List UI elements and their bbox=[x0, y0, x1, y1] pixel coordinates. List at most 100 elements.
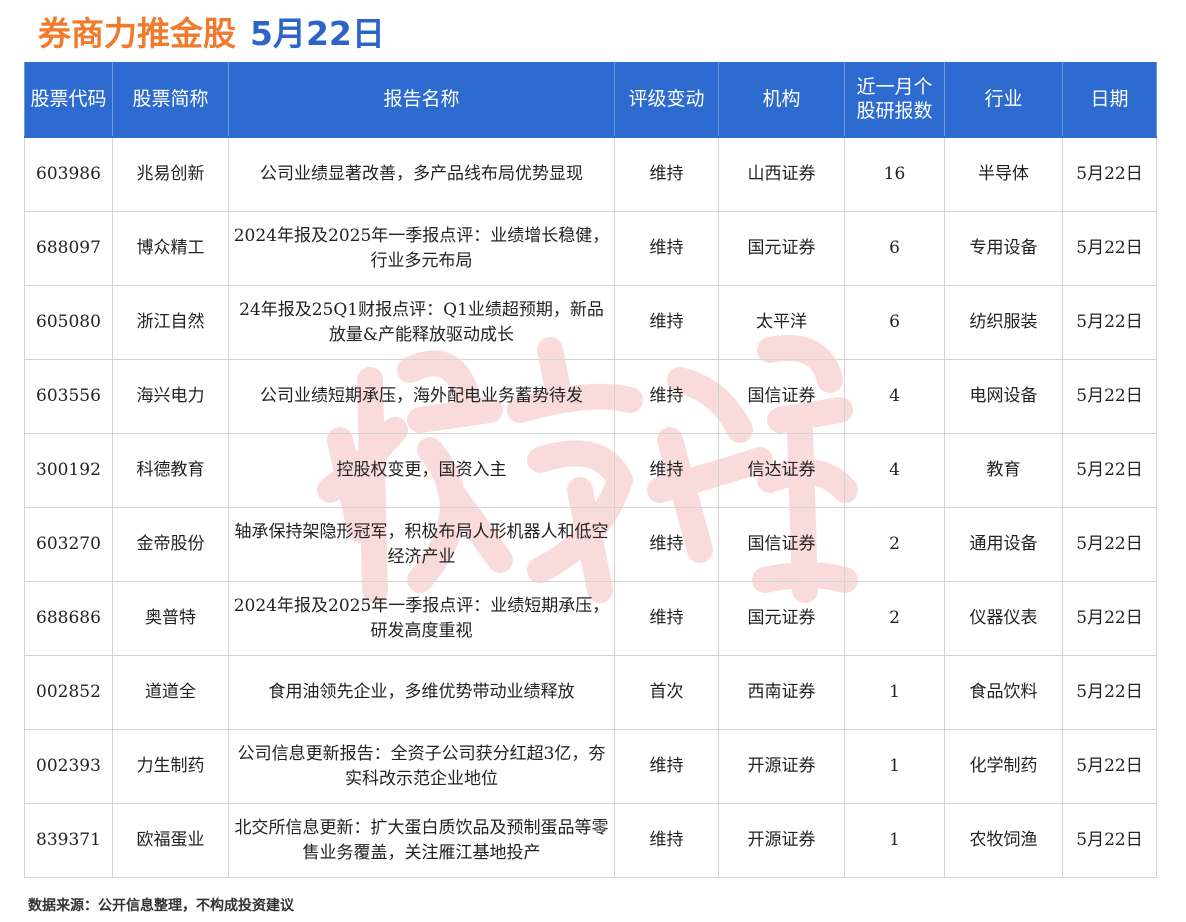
cell-count: 1 bbox=[844, 803, 945, 878]
cell-report: 北交所信息更新：扩大蛋白质饮品及预制蛋品等零售业务覆盖，关注雁江基地投产 bbox=[228, 803, 615, 878]
cell-org: 信达证券 bbox=[718, 433, 845, 508]
table-row: 603270 金帝股份 轴承保持架隐形冠军，积极布局人形机器人和低空经济产业 维… bbox=[24, 507, 1157, 582]
cell-report: 食用油领先企业，多维优势带动业绩释放 bbox=[228, 655, 615, 730]
table-row: 002393 力生制药 公司信息更新报告：全资子公司获分红超3亿，夯实科改示范企… bbox=[24, 729, 1157, 804]
cell-code: 688097 bbox=[24, 211, 113, 286]
cell-industry: 专用设备 bbox=[944, 211, 1063, 286]
cell-code: 603986 bbox=[24, 136, 113, 212]
cell-org: 开源证券 bbox=[718, 729, 845, 804]
stock-table: 股票代码 股票简称 报告名称 评级变动 机构 近一月个股研报数 行业 日期 60… bbox=[24, 62, 1157, 878]
cell-rating: 维持 bbox=[614, 507, 719, 582]
page-title: 券商力推金股 5月22日 bbox=[38, 10, 385, 58]
table-row: 688686 奥普特 2024年报及2025年一季报点评：业绩短期承压，研发高度… bbox=[24, 581, 1157, 656]
cell-name: 海兴电力 bbox=[112, 359, 229, 434]
cell-date: 5月22日 bbox=[1062, 507, 1157, 582]
header-date: 日期 bbox=[1062, 62, 1157, 137]
cell-code: 300192 bbox=[24, 433, 113, 508]
cell-rating: 维持 bbox=[614, 359, 719, 434]
cell-rating: 维持 bbox=[614, 136, 719, 212]
header-rating: 评级变动 bbox=[614, 62, 719, 137]
cell-count: 2 bbox=[844, 581, 945, 656]
cell-count: 4 bbox=[844, 433, 945, 508]
cell-rating: 维持 bbox=[614, 285, 719, 360]
cell-report: 控股权变更，国资入主 bbox=[228, 433, 615, 508]
cell-rating: 维持 bbox=[614, 211, 719, 286]
cell-date: 5月22日 bbox=[1062, 359, 1157, 434]
cell-org: 国信证券 bbox=[718, 359, 845, 434]
header-industry: 行业 bbox=[944, 62, 1063, 137]
cell-org: 开源证券 bbox=[718, 803, 845, 878]
cell-date: 5月22日 bbox=[1062, 136, 1157, 212]
data-source-note: 数据来源：公开信息整理，不构成投资建议 bbox=[28, 898, 294, 914]
header-report: 报告名称 bbox=[228, 62, 615, 137]
table-row: 839371 欧福蛋业 北交所信息更新：扩大蛋白质饮品及预制蛋品等零售业务覆盖，… bbox=[24, 803, 1157, 878]
cell-rating: 首次 bbox=[614, 655, 719, 730]
table-row: 002852 道道全 食用油领先企业，多维优势带动业绩释放 首次 西南证券 1 … bbox=[24, 655, 1157, 730]
cell-industry: 仪器仪表 bbox=[944, 581, 1063, 656]
cell-date: 5月22日 bbox=[1062, 211, 1157, 286]
cell-report: 公司业绩短期承压，海外配电业务蓄势待发 bbox=[228, 359, 615, 434]
cell-rating: 维持 bbox=[614, 433, 719, 508]
cell-date: 5月22日 bbox=[1062, 803, 1157, 878]
header-org: 机构 bbox=[718, 62, 845, 137]
cell-count: 1 bbox=[844, 729, 945, 804]
cell-code: 002852 bbox=[24, 655, 113, 730]
table-row: 688097 博众精工 2024年报及2025年一季报点评：业绩增长稳健，行业多… bbox=[24, 211, 1157, 286]
table-row: 605080 浙江自然 24年报及25Q1财报点评：Q1业绩超预期，新品放量&产… bbox=[24, 285, 1157, 360]
cell-count: 1 bbox=[844, 655, 945, 730]
cell-date: 5月22日 bbox=[1062, 729, 1157, 804]
cell-count: 6 bbox=[844, 285, 945, 360]
cell-rating: 维持 bbox=[614, 729, 719, 804]
table-row: 603556 海兴电力 公司业绩短期承压，海外配电业务蓄势待发 维持 国信证券 … bbox=[24, 359, 1157, 434]
cell-org: 国元证券 bbox=[718, 581, 845, 656]
cell-code: 605080 bbox=[24, 285, 113, 360]
cell-org: 太平洋 bbox=[718, 285, 845, 360]
table-row: 603986 兆易创新 公司业绩显著改善，多产品线布局优势显现 维持 山西证券 … bbox=[24, 136, 1157, 212]
cell-name: 科德教育 bbox=[112, 433, 229, 508]
header-name: 股票简称 bbox=[112, 62, 229, 137]
cell-code: 002393 bbox=[24, 729, 113, 804]
cell-report: 2024年报及2025年一季报点评：业绩短期承压，研发高度重视 bbox=[228, 581, 615, 656]
cell-date: 5月22日 bbox=[1062, 285, 1157, 360]
cell-count: 6 bbox=[844, 211, 945, 286]
cell-name: 道道全 bbox=[112, 655, 229, 730]
cell-date: 5月22日 bbox=[1062, 433, 1157, 508]
cell-report: 2024年报及2025年一季报点评：业绩增长稳健，行业多元布局 bbox=[228, 211, 615, 286]
cell-org: 国信证券 bbox=[718, 507, 845, 582]
cell-org: 山西证券 bbox=[718, 136, 845, 212]
cell-name: 博众精工 bbox=[112, 211, 229, 286]
cell-industry: 教育 bbox=[944, 433, 1063, 508]
cell-name: 浙江自然 bbox=[112, 285, 229, 360]
table-header-row: 股票代码 股票简称 报告名称 评级变动 机构 近一月个股研报数 行业 日期 bbox=[24, 62, 1157, 137]
cell-count: 16 bbox=[844, 136, 945, 212]
cell-code: 603270 bbox=[24, 507, 113, 582]
cell-code: 603556 bbox=[24, 359, 113, 434]
cell-industry: 食品饮料 bbox=[944, 655, 1063, 730]
title-date: 5月22日 bbox=[250, 14, 385, 53]
cell-name: 力生制药 bbox=[112, 729, 229, 804]
cell-report: 公司业绩显著改善，多产品线布局优势显现 bbox=[228, 136, 615, 212]
table-row: 300192 科德教育 控股权变更，国资入主 维持 信达证券 4 教育 5月22… bbox=[24, 433, 1157, 508]
cell-code: 688686 bbox=[24, 581, 113, 656]
cell-rating: 维持 bbox=[614, 581, 719, 656]
cell-org: 西南证券 bbox=[718, 655, 845, 730]
cell-date: 5月22日 bbox=[1062, 655, 1157, 730]
cell-rating: 维持 bbox=[614, 803, 719, 878]
cell-name: 奥普特 bbox=[112, 581, 229, 656]
cell-date: 5月22日 bbox=[1062, 581, 1157, 656]
cell-industry: 半导体 bbox=[944, 136, 1063, 212]
title-main: 券商力推金股 bbox=[38, 14, 236, 53]
cell-industry: 通用设备 bbox=[944, 507, 1063, 582]
cell-name: 欧福蛋业 bbox=[112, 803, 229, 878]
cell-report: 轴承保持架隐形冠军，积极布局人形机器人和低空经济产业 bbox=[228, 507, 615, 582]
header-code: 股票代码 bbox=[24, 62, 113, 137]
cell-report: 24年报及25Q1财报点评：Q1业绩超预期，新品放量&产能释放驱动成长 bbox=[228, 285, 615, 360]
cell-count: 4 bbox=[844, 359, 945, 434]
cell-name: 兆易创新 bbox=[112, 136, 229, 212]
cell-industry: 纺织服装 bbox=[944, 285, 1063, 360]
cell-count: 2 bbox=[844, 507, 945, 582]
cell-industry: 电网设备 bbox=[944, 359, 1063, 434]
header-count: 近一月个股研报数 bbox=[844, 62, 945, 137]
cell-org: 国元证券 bbox=[718, 211, 845, 286]
cell-industry: 化学制药 bbox=[944, 729, 1063, 804]
